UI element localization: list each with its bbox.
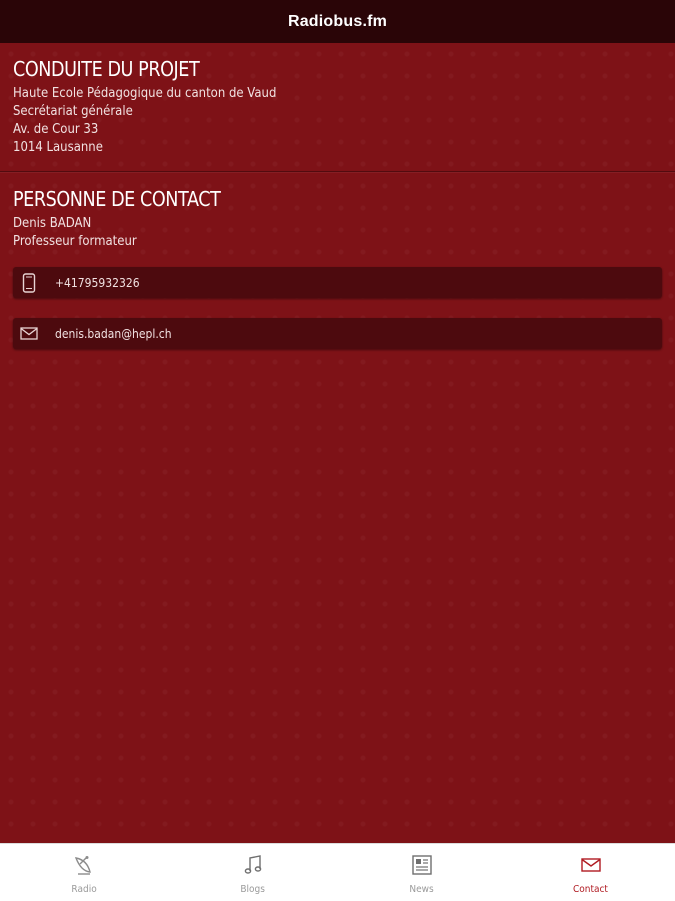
contact-heading: PERSONNE DE CONTACT: [13, 187, 221, 211]
project-section: CONDUITE DU PROJET Haute Ecole Pédagogiq…: [0, 43, 675, 157]
tab-label: Radio: [71, 884, 98, 895]
tab-radio[interactable]: Radio: [0, 844, 169, 901]
email-address: denis.badan@hepl.ch: [55, 326, 172, 341]
project-line: 1014 Lausanne: [13, 140, 103, 155]
tab-news[interactable]: News: [338, 844, 507, 901]
tab-blogs[interactable]: Blogs: [169, 844, 338, 901]
project-heading: CONDUITE DU PROJET: [13, 57, 200, 81]
tab-label: Contact: [573, 884, 609, 895]
project-line: Haute Ecole Pédagogique du canton de Vau…: [13, 86, 277, 101]
tab-label: Blogs: [240, 884, 266, 895]
contact-page: CONDUITE DU PROJET Haute Ecole Pédagogiq…: [0, 43, 675, 843]
tab-label: News: [409, 884, 435, 895]
newspaper-icon: [411, 854, 433, 880]
phone-icon: [13, 267, 45, 298]
app-title: Radiobus.fm: [287, 12, 388, 30]
contact-name: Denis BADAN: [13, 216, 92, 231]
contact-role: Professeur formateur: [13, 234, 137, 249]
phone-row[interactable]: +41795932326: [13, 267, 662, 298]
email-row[interactable]: denis.badan@hepl.ch: [13, 318, 662, 349]
music-note-icon: [242, 854, 264, 880]
tab-contact[interactable]: Contact: [506, 844, 675, 901]
project-line: Secrétariat générale: [13, 104, 133, 119]
contact-section: PERSONNE DE CONTACT Denis BADAN Professe…: [0, 173, 675, 251]
mail-icon: [13, 318, 45, 349]
phone-number: +41795932326: [55, 275, 140, 290]
section-divider: [0, 171, 675, 172]
project-line: Av. de Cour 33: [13, 122, 99, 137]
envelope-icon: [580, 854, 602, 880]
app-header: Radiobus.fm: [0, 0, 675, 43]
bottom-tab-bar: Radio Blogs News Contact: [0, 843, 675, 901]
satellite-dish-icon: [73, 854, 95, 880]
